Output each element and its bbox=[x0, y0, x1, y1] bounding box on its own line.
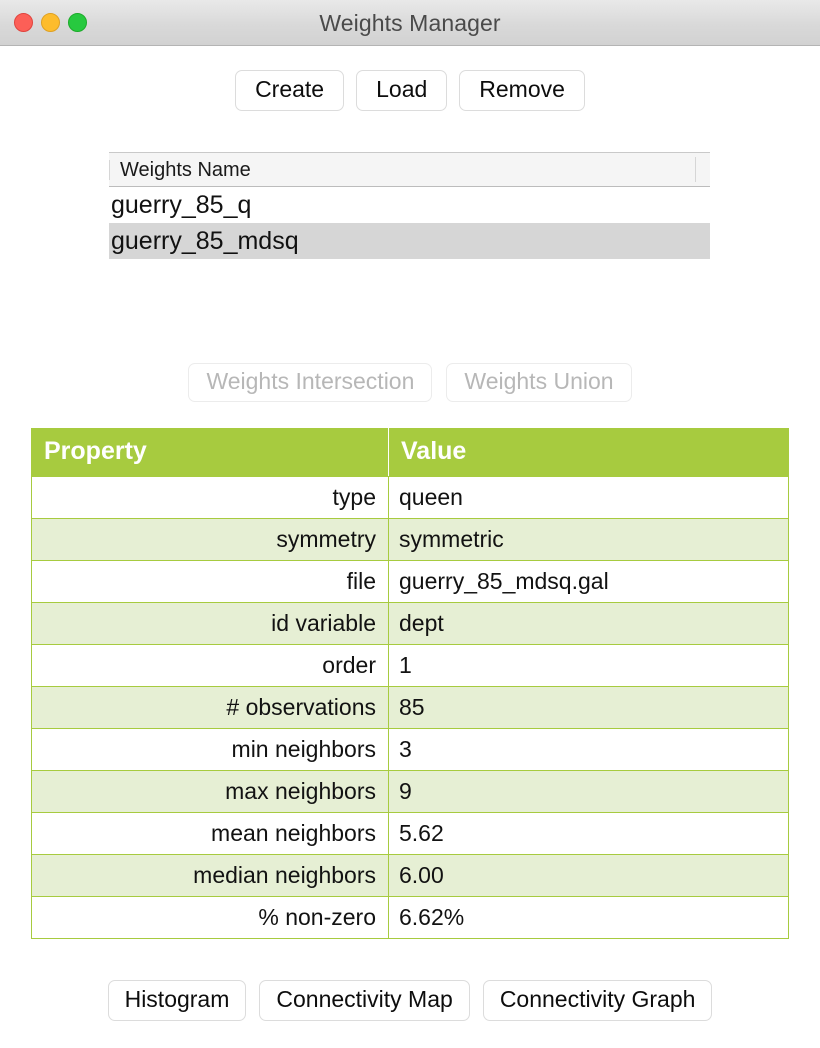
property-name: file bbox=[31, 560, 389, 603]
property-name: id variable bbox=[31, 602, 389, 645]
weights-name-column-header: Weights Name bbox=[109, 159, 251, 180]
create-button[interactable]: Create bbox=[235, 70, 345, 111]
table-row: file guerry_85_mdsq.gal bbox=[31, 560, 789, 603]
property-name: symmetry bbox=[31, 518, 389, 561]
property-name: min neighbors bbox=[31, 728, 389, 771]
property-value: dept bbox=[388, 602, 789, 645]
table-row: min neighbors 3 bbox=[31, 728, 789, 771]
set-operations-toolbar: Weights Intersection Weights Union bbox=[0, 363, 820, 402]
table-row: type queen bbox=[31, 476, 789, 519]
list-item[interactable]: guerry_85_q bbox=[109, 187, 710, 223]
list-item[interactable]: guerry_85_mdsq bbox=[109, 223, 710, 259]
property-value: 1 bbox=[388, 644, 789, 687]
weights-union-button[interactable]: Weights Union bbox=[446, 363, 632, 402]
remove-button[interactable]: Remove bbox=[459, 70, 585, 111]
bottom-toolbar: Histogram Connectivity Map Connectivity … bbox=[0, 980, 820, 1021]
property-value: 5.62 bbox=[388, 812, 789, 855]
property-name: order bbox=[31, 644, 389, 687]
weights-intersection-button[interactable]: Weights Intersection bbox=[188, 363, 433, 402]
weights-properties-table: Property Value type queen symmetry symme… bbox=[31, 428, 789, 939]
property-name: median neighbors bbox=[31, 854, 389, 897]
table-row: mean neighbors 5.62 bbox=[31, 812, 789, 855]
table-row: # observations 85 bbox=[31, 686, 789, 729]
property-name: max neighbors bbox=[31, 770, 389, 813]
list-item-label: guerry_85_q bbox=[111, 190, 252, 219]
property-name: mean neighbors bbox=[31, 812, 389, 855]
property-value: 85 bbox=[388, 686, 789, 729]
table-row: id variable dept bbox=[31, 602, 789, 645]
table-row: % non-zero 6.62% bbox=[31, 896, 789, 939]
top-toolbar: Create Load Remove bbox=[0, 70, 820, 111]
property-name: % non-zero bbox=[31, 896, 389, 939]
table-header-row: Property Value bbox=[31, 428, 789, 477]
load-button[interactable]: Load bbox=[356, 70, 448, 111]
weights-manager-window: Weights Manager Create Load Remove Weigh… bbox=[0, 0, 820, 1048]
table-row: symmetry symmetric bbox=[31, 518, 789, 561]
property-name: # observations bbox=[31, 686, 389, 729]
weights-list-header[interactable]: Weights Name bbox=[109, 152, 710, 187]
table-row: max neighbors 9 bbox=[31, 770, 789, 813]
column-resize-handle[interactable] bbox=[695, 157, 696, 182]
histogram-button[interactable]: Histogram bbox=[107, 980, 247, 1021]
weights-list[interactable]: Weights Name guerry_85_q guerry_85_mdsq bbox=[109, 152, 710, 259]
property-value: 3 bbox=[388, 728, 789, 771]
table-row: order 1 bbox=[31, 644, 789, 687]
property-name: type bbox=[31, 476, 389, 519]
value-column-header: Value bbox=[388, 428, 789, 477]
property-value: symmetric bbox=[388, 518, 789, 561]
connectivity-map-button[interactable]: Connectivity Map bbox=[259, 980, 470, 1021]
property-value: guerry_85_mdsq.gal bbox=[388, 560, 789, 603]
list-item-label: guerry_85_mdsq bbox=[111, 226, 299, 255]
property-value: 6.62% bbox=[388, 896, 789, 939]
window-title: Weights Manager bbox=[319, 10, 501, 36]
property-value: 6.00 bbox=[388, 854, 789, 897]
connectivity-graph-button[interactable]: Connectivity Graph bbox=[482, 980, 713, 1021]
table-row: median neighbors 6.00 bbox=[31, 854, 789, 897]
property-value: queen bbox=[388, 476, 789, 519]
title-bar: Weights Manager bbox=[0, 0, 820, 46]
property-value: 9 bbox=[388, 770, 789, 813]
property-column-header: Property bbox=[31, 428, 389, 477]
